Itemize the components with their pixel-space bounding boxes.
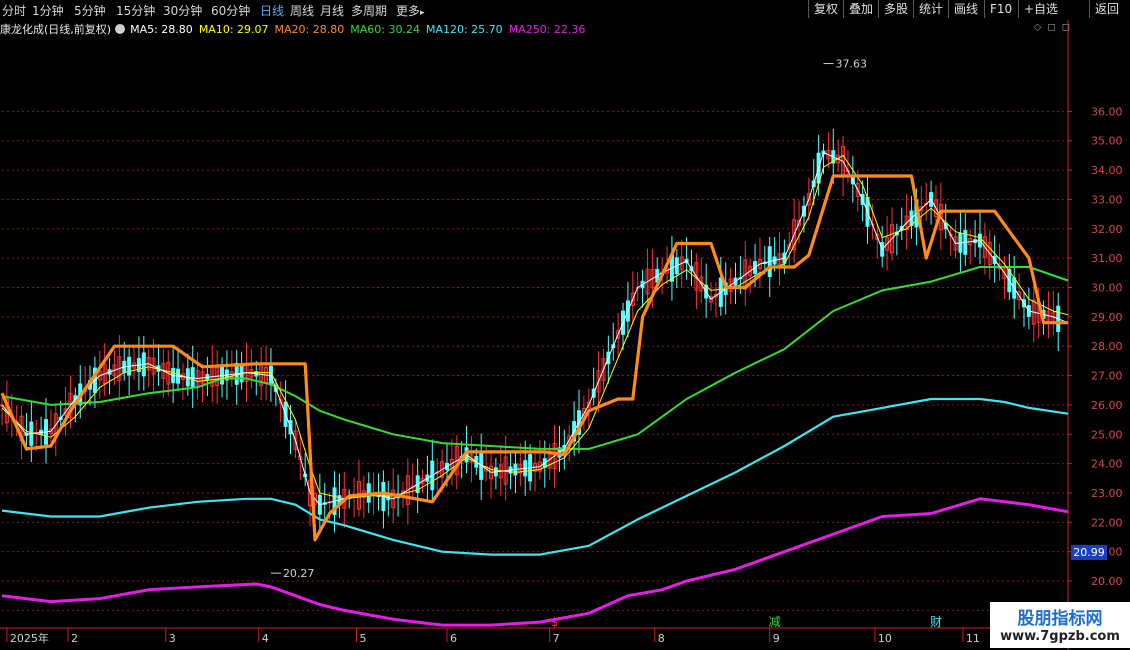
y-tick-label: 29.00 [1091,311,1123,324]
x-tick-label: 6 [450,632,457,645]
x-tick-label: 2025年 [10,631,49,645]
x-tick-label: 5 [360,632,367,645]
y-tick-label: 28.00 [1091,340,1123,353]
y-tick-label: 30.00 [1091,282,1123,295]
y-tick-label: 26.00 [1091,399,1123,412]
watermark-site-name: 股朋指标网 [1017,609,1103,629]
x-tick-label: 8 [658,632,665,645]
watermark-url: www.7gpzb.com [1000,629,1120,644]
y-tick-label: 32.00 [1091,223,1123,236]
y-tick-label: 20.00 [1091,575,1123,588]
y-tick-label: 34.00 [1091,164,1123,177]
x-tick-label: 2 [71,632,78,645]
x-tick-label: 3 [169,632,176,645]
y-tick-label: 35.00 [1091,135,1123,148]
x-tick-label: 11 [966,632,980,645]
kline-chart[interactable]: 36.00 35.00 34.00 33.00 32.00 31.00 30.00 29.00… [0,0,1130,650]
y-tick-label: 24.00 [1091,458,1123,471]
x-tick-label: 7 [553,632,560,645]
x-tick-label: 4 [262,632,269,645]
annotation-label: 20.27 [283,567,315,580]
y-tick-label: 22.00 [1091,516,1123,529]
y-tick-label: 33.00 [1091,193,1123,206]
watermark-logo: 股朋指标网 www.7gpzb.com [990,602,1130,648]
ma-line-ma60 [1,266,1069,450]
event-marker: 减 [769,615,781,629]
event-marker: 财 [930,615,942,629]
current-price-label: 20.99 [1073,546,1105,559]
event-marker: $ [551,615,559,629]
y-tick-label: 23.00 [1091,487,1123,500]
y-tick-label: 36.00 [1091,105,1123,118]
y-tick-label: 31.00 [1091,252,1123,265]
ma-line-ma250 [1,497,1069,627]
x-tick-label: 9 [773,632,780,645]
annotation-label: 37.63 [836,58,868,71]
x-tick-label: 10 [878,632,892,645]
y-tick-label: 25.00 [1091,428,1123,441]
y-tick-label: 27.00 [1091,370,1123,383]
